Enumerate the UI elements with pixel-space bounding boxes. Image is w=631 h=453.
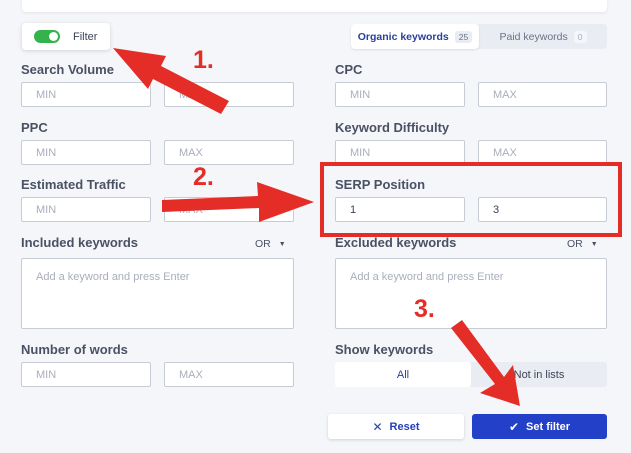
number-of-words-min-input[interactable] (21, 362, 151, 387)
search-volume-max-input[interactable] (164, 82, 294, 107)
excluded-operator-select[interactable]: OR ▼ (567, 238, 598, 250)
show-not-in-lists-option[interactable]: Not in lists (471, 362, 607, 387)
included-keywords-input[interactable] (21, 258, 294, 329)
step-2-annotation: 2. (193, 163, 214, 191)
operator-value: OR (567, 238, 583, 250)
estimated-traffic-min-input[interactable] (21, 197, 151, 222)
number-of-words-label: Number of words (21, 342, 128, 357)
cpc-min-input[interactable] (335, 82, 465, 107)
number-of-words-max-input[interactable] (164, 362, 294, 387)
excluded-keywords-label: Excluded keywords (335, 235, 457, 250)
search-volume-min-input[interactable] (21, 82, 151, 107)
keyword-type-tabs: Organic keywords 25 Paid keywords 0 (351, 24, 607, 49)
show-all-option[interactable]: All (335, 362, 471, 387)
show-keywords-label: Show keywords (335, 342, 434, 357)
ppc-max-input[interactable] (164, 140, 294, 165)
included-operator-select[interactable]: OR ▼ (255, 238, 286, 250)
included-keywords-label: Included keywords (21, 235, 139, 250)
ppc-label: PPC (21, 120, 48, 135)
reset-button[interactable]: ✕ Reset (328, 414, 464, 439)
cpc-max-input[interactable] (478, 82, 607, 107)
chevron-down-icon: ▼ (278, 240, 286, 248)
tab-label: Organic keywords (357, 30, 449, 43)
filter-label: Filter (73, 30, 98, 43)
reset-label: Reset (389, 420, 420, 433)
estimated-traffic-label: Estimated Traffic (21, 177, 126, 192)
estimated-traffic-max-input[interactable] (164, 197, 294, 222)
ppc-min-input[interactable] (21, 140, 151, 165)
step-3-annotation: 3. (414, 295, 435, 323)
step-1-annotation: 1. (193, 46, 214, 74)
top-panel-edge (22, 0, 607, 12)
count-badge: 25 (454, 30, 473, 43)
operator-value: OR (255, 238, 271, 250)
show-keywords-segmented-control: All Not in lists (335, 362, 607, 387)
set-filter-button[interactable]: ✔ Set filter (472, 414, 607, 439)
check-icon: ✔ (508, 419, 520, 434)
set-filter-label: Set filter (526, 420, 571, 433)
close-icon: ✕ (372, 419, 383, 434)
cpc-label: CPC (335, 62, 363, 77)
toggle-switch-icon[interactable] (34, 30, 60, 43)
keyword-difficulty-label: Keyword Difficulty (335, 120, 450, 135)
tab-organic-keywords[interactable]: Organic keywords 25 (351, 24, 479, 49)
tab-label: Paid keywords (499, 30, 568, 43)
count-badge: 0 (573, 30, 587, 43)
serp-highlight-box (320, 162, 622, 237)
filter-toggle-button[interactable]: Filter (22, 23, 110, 50)
search-volume-label: Search Volume (21, 62, 114, 77)
chevron-down-icon: ▼ (590, 240, 598, 248)
excluded-keywords-input[interactable] (335, 258, 607, 329)
tab-paid-keywords[interactable]: Paid keywords 0 (479, 24, 607, 49)
